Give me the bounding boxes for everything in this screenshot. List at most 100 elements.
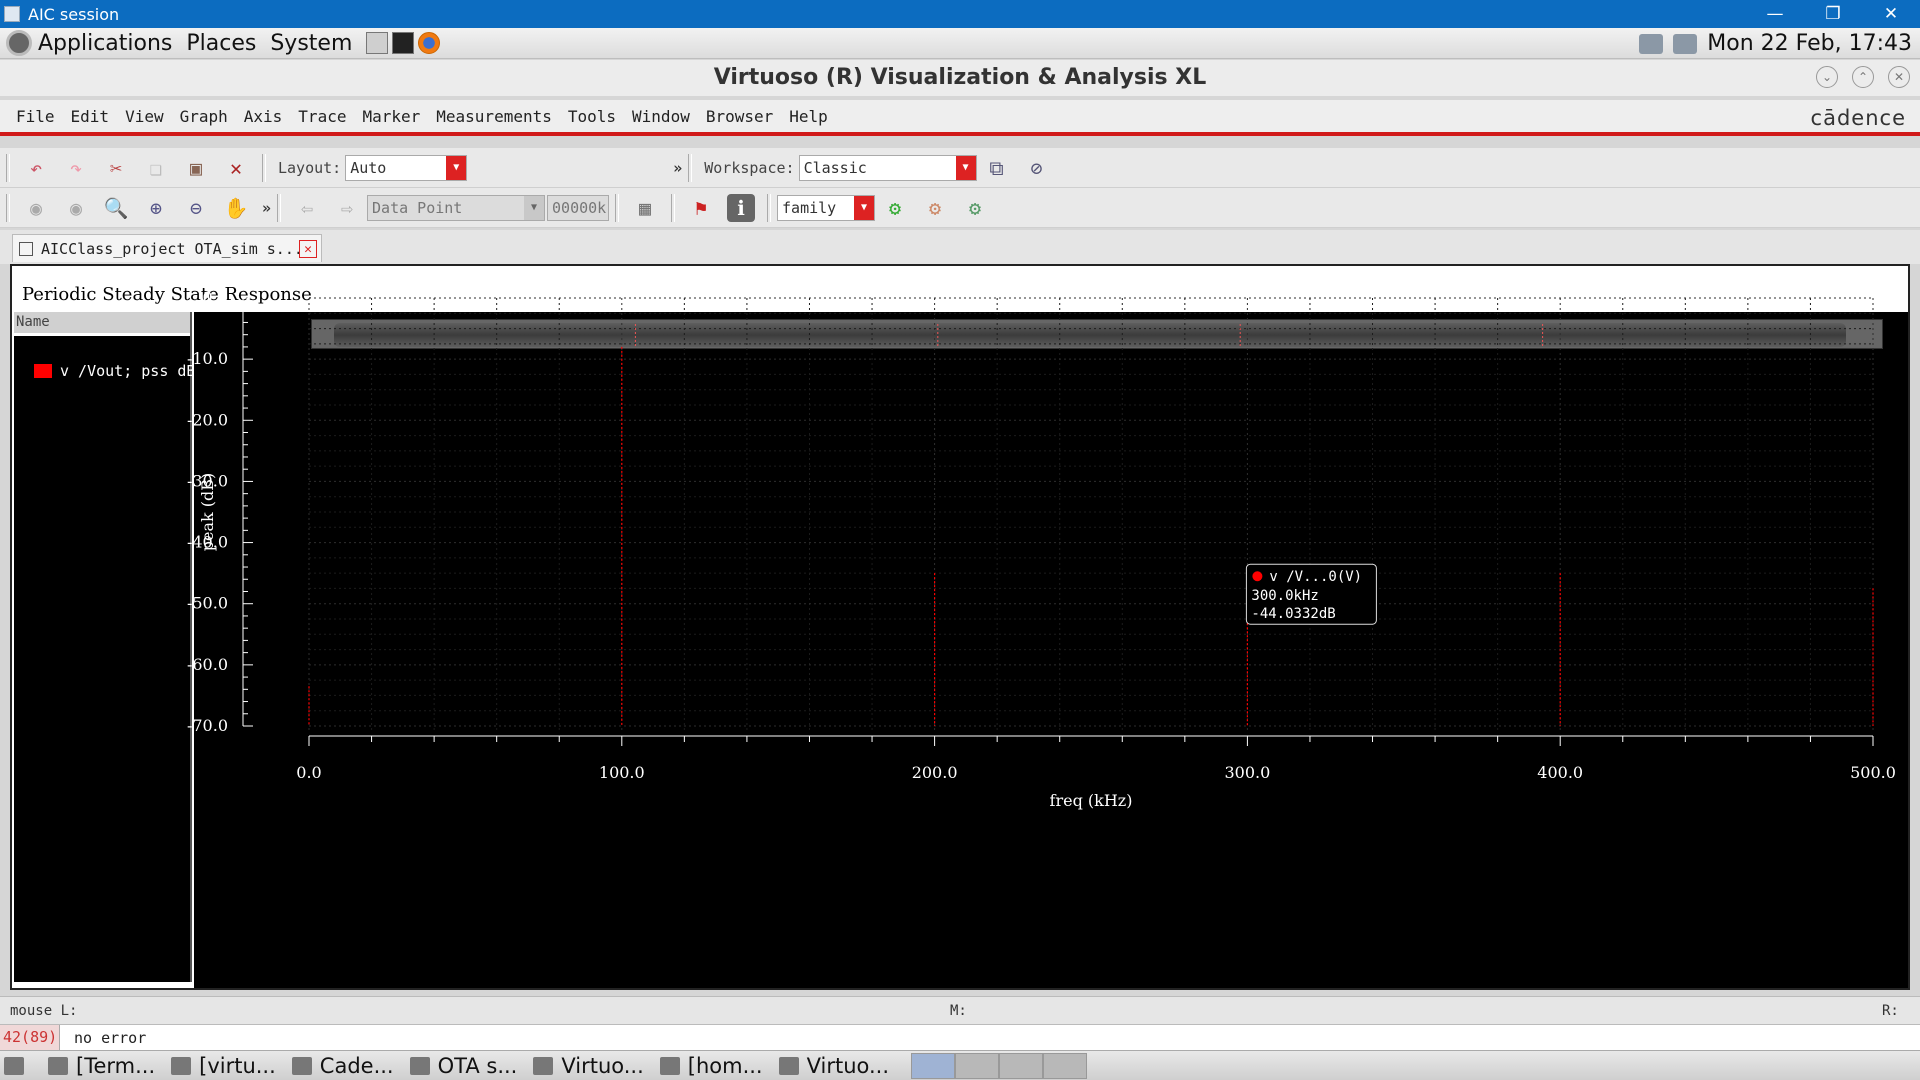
mouse-status-bar: mouse L: M: R:: [0, 996, 1920, 1024]
zoom-icon[interactable]: 🔍: [102, 194, 130, 222]
family-trace-icon[interactable]: ⚙: [881, 194, 909, 222]
menu-help[interactable]: Help: [789, 107, 828, 126]
family-value: family: [782, 198, 837, 217]
toolbar-overflow-button[interactable]: »: [673, 159, 682, 177]
window-icon: [171, 1056, 192, 1075]
cut-icon[interactable]: ✂: [102, 154, 130, 182]
workspace-switcher[interactable]: [911, 1052, 1088, 1079]
close-app-icon[interactable]: ✕: [1888, 66, 1910, 88]
terminal-icon[interactable]: [392, 32, 415, 54]
cadence-logo: cādence: [1810, 106, 1906, 130]
marker-mode-select[interactable]: Data Point ▼: [367, 194, 546, 221]
clock[interactable]: Mon 22 Feb, 17:43: [1707, 31, 1912, 56]
menu-tools[interactable]: Tools: [568, 107, 616, 126]
waveform-icon: [778, 1056, 799, 1075]
app-title: Virtuoso (R) Visualization & Analysis XL: [713, 65, 1207, 90]
calculator-icon[interactable]: ▦: [631, 194, 659, 222]
toolbar-separator: [6, 193, 10, 222]
toolbar-separator: [767, 193, 772, 222]
chevron-down-icon[interactable]: ▼: [854, 195, 875, 220]
volume-icon[interactable]: [1639, 33, 1664, 54]
fit-icon[interactable]: ◉: [22, 194, 50, 222]
info-icon[interactable]: ℹ: [727, 193, 756, 222]
menu-applications[interactable]: Applications: [38, 31, 172, 56]
file-browser-icon[interactable]: [366, 32, 389, 54]
save-workspace-icon[interactable]: ⧉: [983, 154, 1011, 182]
family-split-icon[interactable]: ⚙: [961, 194, 989, 222]
close-tab-icon[interactable]: ✕: [299, 240, 317, 258]
taskbar-item-active[interactable]: Virtuo...: [778, 1054, 889, 1078]
y-tick-label: -70.0: [187, 716, 228, 735]
gnome-foot-icon[interactable]: [6, 30, 32, 56]
chevron-down-icon[interactable]: ▼: [955, 155, 976, 180]
toolbar-main: ↶ ↷ ✂ ❏ ▣ ✕ Layout: Auto ▼ » Workspace: …: [0, 148, 1920, 188]
y-axis-label: peak (dB): [198, 473, 217, 552]
workspace-select[interactable]: Classic ▼: [798, 154, 977, 181]
marker-label: v /V...0(V): [1269, 569, 1362, 585]
chart-svg[interactable]: 0.0-10.0-20.0-30.0-40.0-50.0-60.0-70.00.…: [12, 266, 1908, 988]
delete-icon[interactable]: ✕: [222, 154, 250, 182]
workspace-4[interactable]: [1043, 1052, 1088, 1079]
chevron-down-icon[interactable]: ▼: [446, 155, 467, 180]
menu-trace[interactable]: Trace: [298, 107, 346, 126]
mouse-middle-status: M:: [950, 1003, 967, 1019]
paste-icon[interactable]: ▣: [182, 154, 210, 182]
zoom-in-icon[interactable]: ⊕: [142, 194, 170, 222]
maximize-app-icon[interactable]: ⌃: [1852, 66, 1874, 88]
taskbar-item[interactable]: [Term...: [48, 1054, 155, 1078]
menu-file[interactable]: File: [16, 107, 55, 126]
window-title-bar: AIC session — ❐ ✕: [0, 0, 1920, 28]
family-color-icon[interactable]: ⚙: [921, 194, 949, 222]
menu-edit[interactable]: Edit: [71, 107, 110, 126]
flag-icon[interactable]: ⚑: [687, 194, 715, 222]
window-icon: [291, 1056, 312, 1075]
load-workspace-icon[interactable]: ⊘: [1023, 154, 1051, 182]
copy-icon[interactable]: ❏: [142, 154, 170, 182]
menu-places[interactable]: Places: [186, 31, 256, 56]
firefox-icon[interactable]: [418, 32, 441, 54]
x-tick-label: 200.0: [912, 763, 958, 782]
show-desktop-icon[interactable]: [4, 1056, 32, 1075]
taskbar-item[interactable]: [virtu...: [171, 1054, 276, 1078]
family-select[interactable]: family ▼: [777, 194, 876, 221]
taskbar-item[interactable]: [hom...: [659, 1054, 763, 1078]
workspace-1[interactable]: [911, 1052, 956, 1079]
menu-browser[interactable]: Browser: [706, 107, 773, 126]
window-icon: [409, 1056, 430, 1075]
toolbar-overflow-button[interactable]: »: [262, 199, 271, 217]
redo-icon[interactable]: ↷: [62, 154, 90, 182]
pan-icon[interactable]: ✋: [222, 194, 250, 222]
marker-mode-value: Data Point: [372, 198, 463, 217]
menu-measurements[interactable]: Measurements: [436, 107, 552, 126]
workspace-3[interactable]: [999, 1052, 1044, 1079]
undo-icon[interactable]: ↶: [22, 154, 50, 182]
fit-x-icon[interactable]: ◉: [62, 194, 90, 222]
menu-system[interactable]: System: [270, 31, 352, 56]
menu-view[interactable]: View: [125, 107, 164, 126]
layout-select[interactable]: Auto ▼: [345, 154, 468, 181]
minimize-icon[interactable]: —: [1746, 0, 1804, 28]
mouse-left-status: mouse L:: [10, 1003, 78, 1019]
mouse-right-status: R:: [1882, 1003, 1899, 1019]
graph-panel: Periodic Steady State Response Name v /V…: [10, 264, 1910, 990]
tab-graph-window[interactable]: AICClass_project OTA_sim s... ✕: [12, 234, 322, 262]
marker-right-icon[interactable]: ⇨: [333, 194, 361, 222]
network-icon[interactable]: [1673, 33, 1698, 54]
menu-axis[interactable]: Axis: [244, 107, 283, 126]
x-tick-label: 500.0: [1850, 763, 1896, 782]
menu-marker[interactable]: Marker: [362, 107, 420, 126]
workspace-label: Workspace:: [704, 158, 795, 177]
marker-left-icon[interactable]: ⇦: [293, 194, 321, 222]
restore-icon[interactable]: ❐: [1804, 0, 1862, 28]
close-icon[interactable]: ✕: [1862, 0, 1920, 28]
zoom-out-icon[interactable]: ⊖: [182, 194, 210, 222]
taskbar-item[interactable]: Cade...: [291, 1054, 394, 1078]
chevron-down-icon[interactable]: ▼: [524, 195, 545, 220]
taskbar-item[interactable]: OTA s...: [409, 1054, 517, 1078]
minimize-app-icon[interactable]: ⌄: [1816, 66, 1838, 88]
menu-window[interactable]: Window: [632, 107, 690, 126]
taskbar-item[interactable]: Virtuo...: [533, 1054, 644, 1078]
marker-step-input[interactable]: 00000k: [547, 194, 610, 221]
menu-graph[interactable]: Graph: [180, 107, 228, 126]
workspace-2[interactable]: [955, 1052, 1000, 1079]
